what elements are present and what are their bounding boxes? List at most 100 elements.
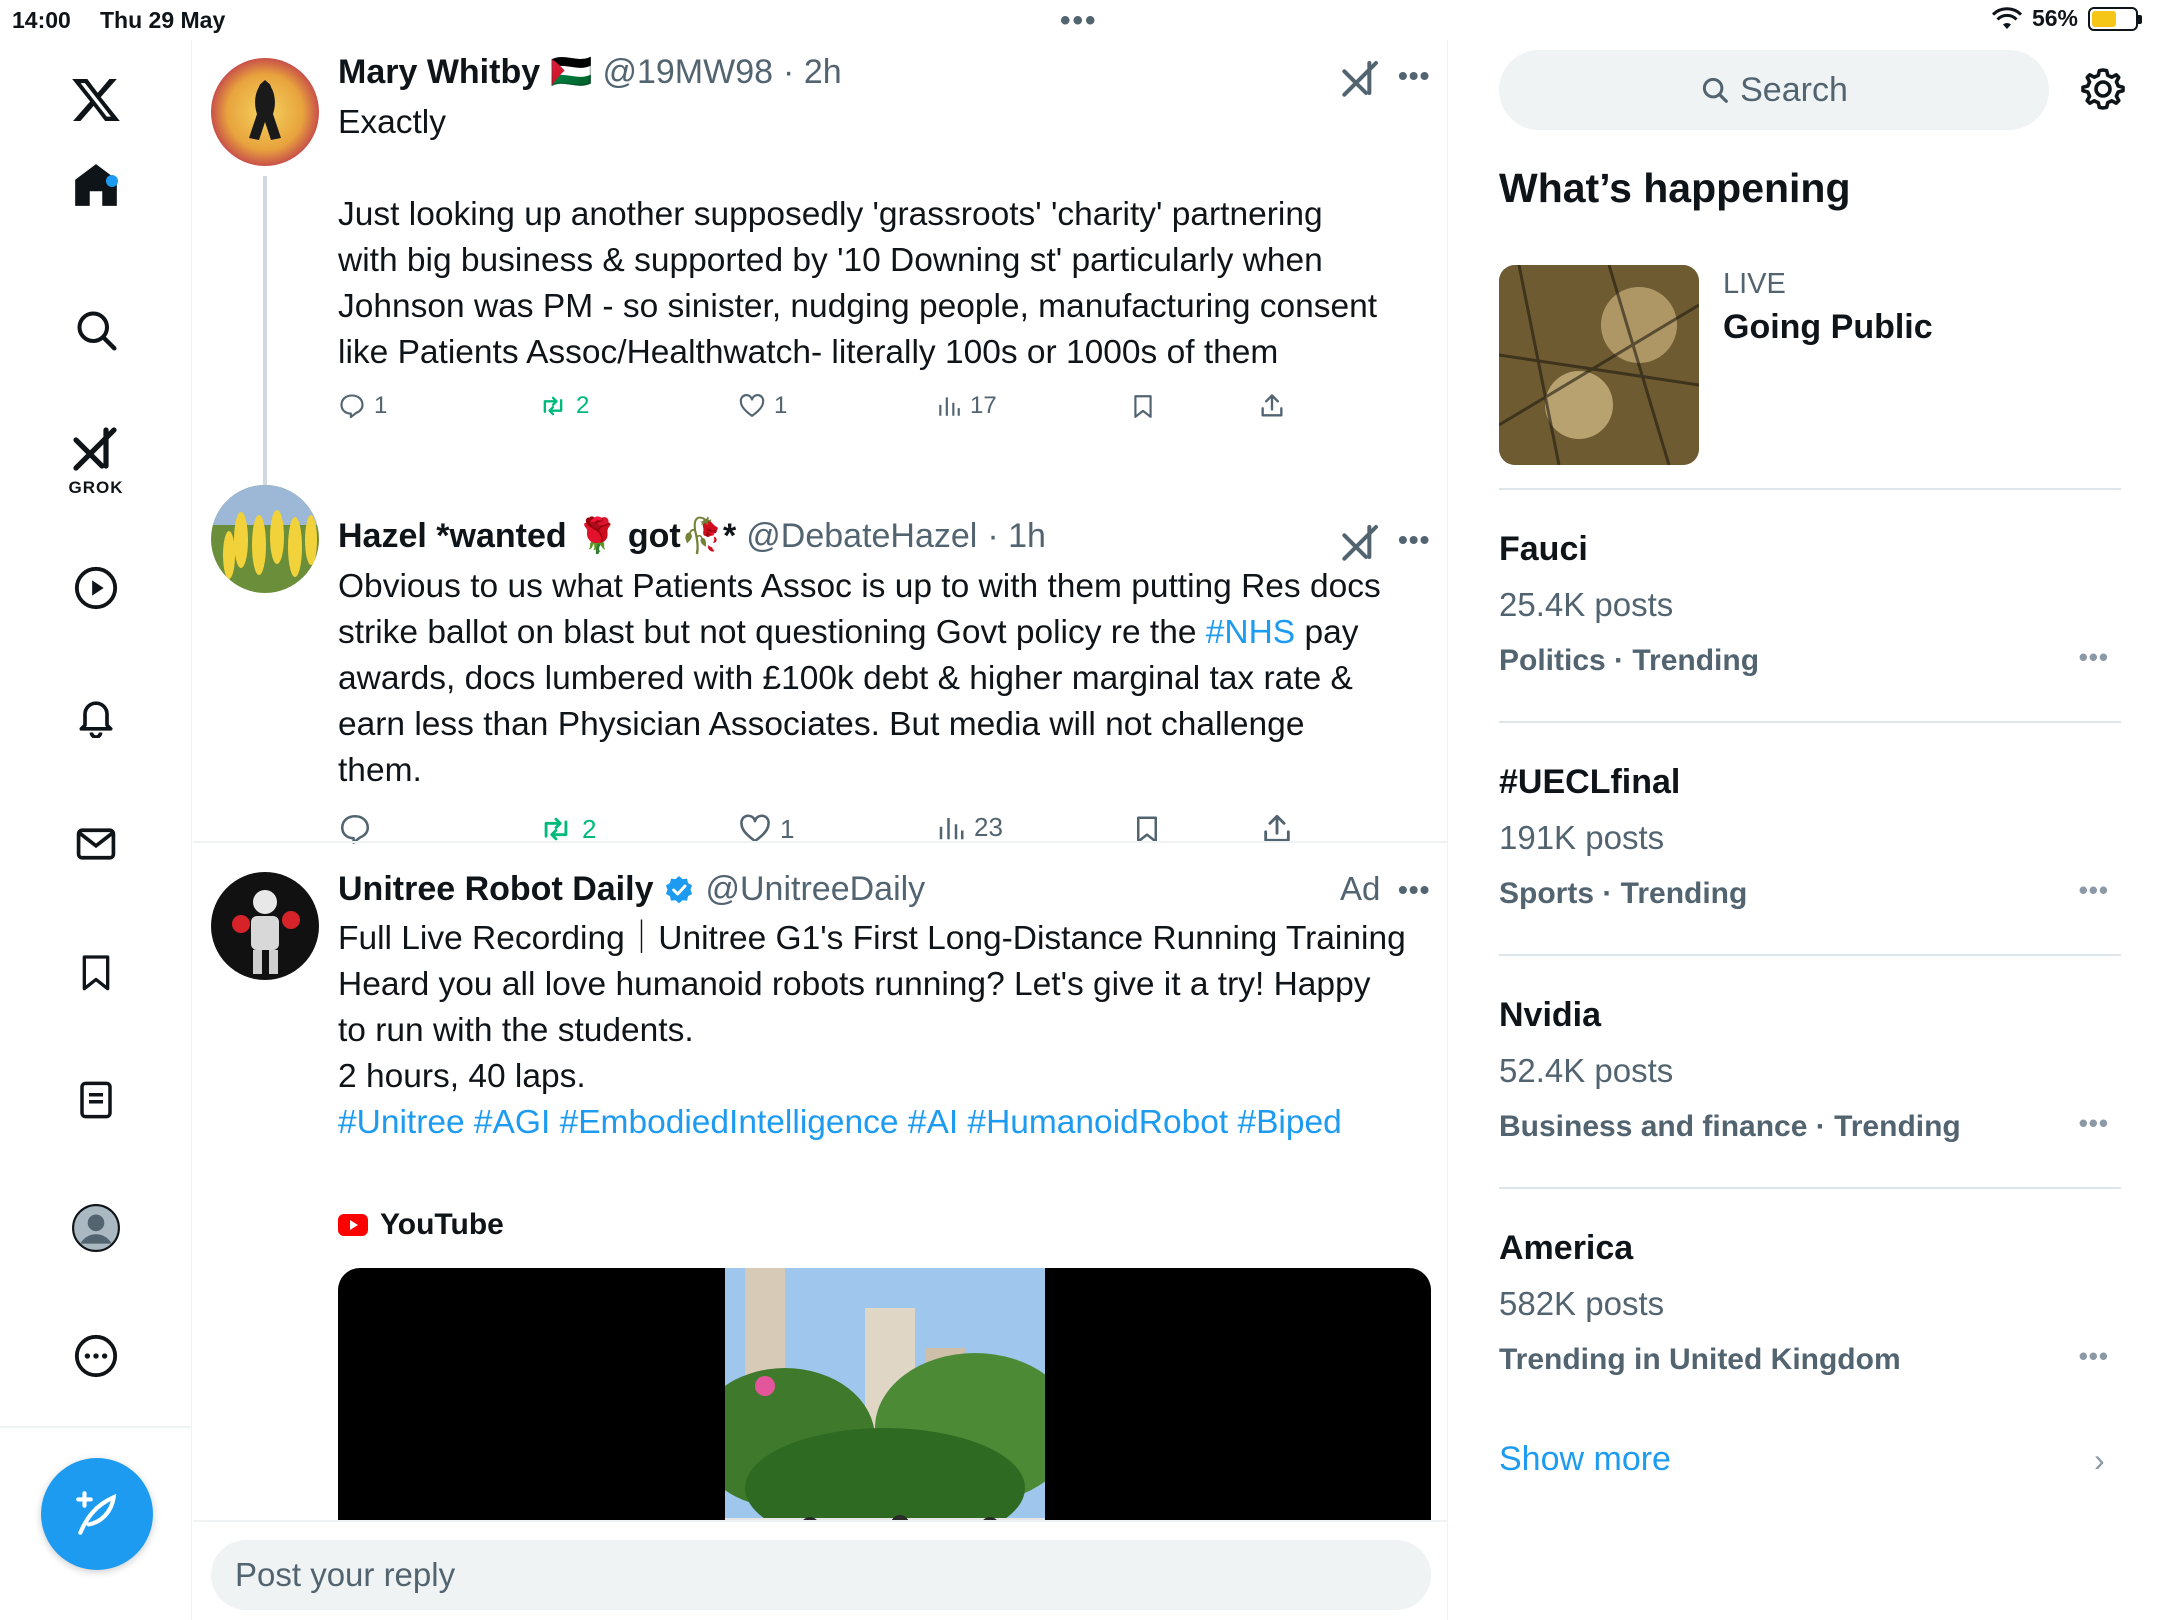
grok-explain-icon[interactable] bbox=[1341, 522, 1381, 562]
repost-button[interactable]: 2 bbox=[538, 392, 589, 420]
avatar[interactable] bbox=[211, 58, 319, 166]
home-unread-dot bbox=[106, 175, 118, 187]
tweet-line: 2 hours, 40 laps. bbox=[338, 1058, 586, 1095]
compose-feather-icon bbox=[76, 1491, 117, 1535]
notifications-bell-icon[interactable] bbox=[66, 686, 126, 746]
views-chart-icon bbox=[939, 817, 964, 839]
home-icon[interactable] bbox=[66, 155, 126, 215]
youtube-icon bbox=[338, 1214, 368, 1236]
source-label: YouTube bbox=[380, 1208, 504, 1241]
trend-item[interactable]: Fauci 25.4K posts Politics · Trending ••… bbox=[1499, 530, 2121, 730]
author-name[interactable]: Mary Whitby bbox=[338, 53, 540, 92]
tweet-more-icon[interactable]: ••• bbox=[1398, 60, 1430, 92]
compose-post-button[interactable] bbox=[41, 1458, 153, 1570]
trend-name: Fauci bbox=[1499, 530, 1588, 568]
video-play-icon[interactable] bbox=[66, 558, 126, 618]
tweet-line: like Patients Assoc/Healthwatch- literal… bbox=[338, 334, 1279, 371]
profile-avatar-icon[interactable] bbox=[66, 1198, 126, 1258]
trend-post-count: 52.4K posts bbox=[1499, 1052, 1674, 1089]
more-options-icon[interactable] bbox=[66, 1326, 126, 1386]
grok-icon[interactable] bbox=[66, 418, 126, 478]
tweet-line: them. bbox=[338, 752, 422, 789]
live-event-thumbnail[interactable] bbox=[1499, 265, 1699, 465]
chevron-right-icon: › bbox=[2094, 1442, 2105, 1478]
flag-emoji: 🇵🇸 bbox=[550, 53, 593, 91]
trend-item[interactable]: #UECLfinal 191K posts Sports · Trending … bbox=[1499, 763, 2121, 963]
bookmarks-icon[interactable] bbox=[66, 942, 126, 1002]
trend-more-icon[interactable]: ••• bbox=[2079, 1108, 2109, 1139]
post-time[interactable]: · 2h bbox=[783, 53, 842, 92]
live-event-title[interactable]: Going Public bbox=[1723, 308, 1933, 347]
nhs-hashtag-link[interactable]: #NHS bbox=[1206, 614, 1295, 651]
tweet-line: Heard you all love humanoid robots runni… bbox=[338, 966, 1371, 1003]
author-name[interactable]: Hazel *wanted 🌹 got🥀* bbox=[338, 516, 736, 556]
status-right: 56% bbox=[1991, 5, 2142, 32]
trend-item[interactable]: America 582K posts Trending in United Ki… bbox=[1499, 1229, 2121, 1429]
search-bar[interactable]: Search bbox=[1499, 50, 2049, 130]
verified-badge-icon bbox=[666, 875, 693, 903]
views-chart-icon bbox=[939, 397, 960, 416]
post-time[interactable]: · 1h bbox=[987, 517, 1046, 556]
tweet-more-icon[interactable]: ••• bbox=[1398, 874, 1430, 906]
trend-category: Politics · Trending bbox=[1499, 644, 1760, 677]
trend-item[interactable]: Nvidia 52.4K posts Business and finance … bbox=[1499, 996, 2121, 1196]
youtube-source[interactable]: YouTube bbox=[338, 1208, 504, 1242]
hashtags-line[interactable]: #Unitree #AGI #EmbodiedIntelligence #AI … bbox=[338, 1100, 1408, 1146]
trend-more-icon[interactable]: ••• bbox=[2079, 1341, 2109, 1372]
avatar[interactable] bbox=[211, 872, 319, 980]
trend-more-icon[interactable]: ••• bbox=[2079, 875, 2109, 906]
bookmark-button[interactable] bbox=[1130, 392, 1156, 420]
views-button[interactable]: 17 bbox=[936, 392, 997, 420]
tweet-more-icon[interactable]: ••• bbox=[1398, 524, 1430, 556]
search-icon[interactable] bbox=[66, 300, 126, 360]
views-button[interactable]: 23 bbox=[936, 812, 1003, 843]
repost-icon bbox=[543, 396, 563, 416]
grok-label: GROK bbox=[68, 478, 124, 497]
lists-icon[interactable] bbox=[66, 1070, 126, 1130]
trend-more-icon[interactable]: ••• bbox=[2079, 642, 2109, 673]
settings-gear-icon[interactable] bbox=[2079, 65, 2127, 113]
like-heart-icon bbox=[739, 394, 765, 417]
ad-label: Ad bbox=[1340, 870, 1381, 907]
tweet-text-fragment: strike ballot on blast but not questioni… bbox=[338, 614, 1206, 651]
trend-category: Sports · Trending bbox=[1499, 877, 1748, 910]
repost-count: 2 bbox=[576, 392, 590, 419]
share-button[interactable] bbox=[1258, 392, 1286, 420]
reply-icon bbox=[340, 394, 364, 419]
status-time: 14:00 bbox=[12, 7, 71, 33]
tweet-text: Obvious to us what Patients Assoc is up … bbox=[338, 564, 1408, 794]
reply-button[interactable]: 1 bbox=[338, 392, 387, 420]
x-logo-icon[interactable] bbox=[66, 70, 126, 130]
divider bbox=[1499, 721, 2121, 723]
messages-envelope-icon[interactable] bbox=[66, 814, 126, 874]
thread-connector bbox=[263, 176, 267, 516]
tweet-header: Hazel *wanted 🌹 got🥀* @DebateHazel · 1h bbox=[338, 516, 1046, 556]
tweet-line: Exactly bbox=[338, 104, 446, 141]
author-name[interactable]: Unitree Robot Daily bbox=[338, 870, 653, 909]
tweet-line: with big business & supported by '10 Dow… bbox=[338, 242, 1323, 279]
grok-explain-icon[interactable] bbox=[1341, 58, 1381, 98]
tweet-line: Just looking up another supposedly 'gras… bbox=[338, 196, 1323, 233]
tweet-line: Full Live Recording｜Unitree G1's First L… bbox=[338, 920, 1406, 957]
tweet-text-fragment: pay bbox=[1295, 614, 1359, 651]
view-count: 23 bbox=[974, 812, 1003, 842]
trend-category: Trending in United Kingdom bbox=[1499, 1343, 1901, 1376]
show-more-link[interactable]: Show more bbox=[1499, 1440, 1671, 1479]
live-label: LIVE bbox=[1723, 268, 1786, 300]
tweet-unitree-ad[interactable]: Unitree Robot Daily @UnitreeDaily Ad •••… bbox=[193, 870, 1447, 1598]
like-button[interactable]: 1 bbox=[738, 392, 787, 420]
tweet-line: Obvious to us what Patients Assoc is up … bbox=[338, 568, 1381, 605]
trend-post-count: 25.4K posts bbox=[1499, 586, 1674, 623]
author-handle[interactable]: @DebateHazel bbox=[746, 517, 977, 556]
reply-input[interactable]: Post your reply bbox=[211, 1540, 1431, 1610]
author-handle[interactable]: @19MW98 bbox=[602, 53, 773, 92]
tweet-mary-whitby[interactable]: Mary Whitby 🇵🇸 @19MW98 · 2h ••• Exactly … bbox=[193, 40, 1447, 516]
tweet-line: awards, docs lumbered with £100k debt & … bbox=[338, 660, 1353, 697]
author-handle[interactable]: @UnitreeDaily bbox=[705, 870, 925, 909]
tweet-debate-hazel[interactable]: Hazel *wanted 🌹 got🥀* @DebateHazel · 1h … bbox=[193, 480, 1447, 880]
multitask-dots[interactable]: ••• bbox=[1060, 4, 1098, 38]
avatar[interactable] bbox=[211, 485, 319, 593]
trend-post-count: 191K posts bbox=[1499, 819, 1665, 856]
right-sidebar: Search What’s happening LIVE Going Publi… bbox=[1449, 40, 2160, 1620]
